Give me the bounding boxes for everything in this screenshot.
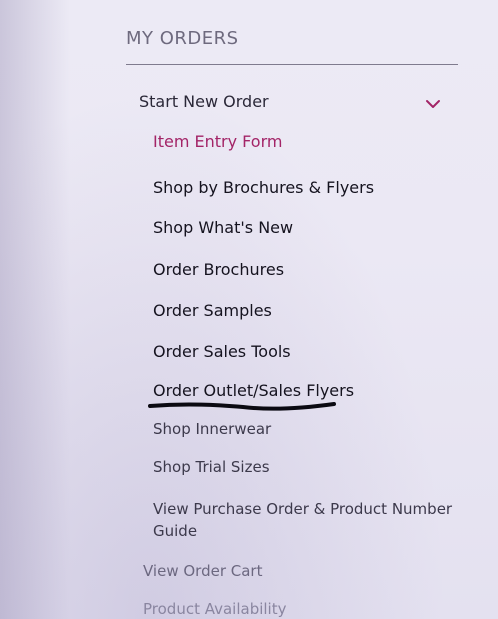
section-title: MY ORDERS — [126, 28, 239, 49]
menu-item-item-entry-form[interactable]: Item Entry Form — [153, 132, 282, 151]
menu-item-shop-trial-sizes[interactable]: Shop Trial Sizes — [153, 458, 270, 476]
menu-item-shop-innerwear[interactable]: Shop Innerwear — [153, 420, 271, 438]
start-new-order-toggle[interactable]: Start New Order — [139, 90, 449, 118]
menu-item-order-outlet-sales-flyers[interactable]: Order Outlet/Sales Flyers — [153, 381, 354, 400]
menu-item-order-samples[interactable]: Order Samples — [153, 301, 272, 320]
view-order-cart-link[interactable]: View Order Cart — [143, 562, 262, 580]
chevron-down-icon[interactable] — [425, 96, 441, 112]
menu-item-view-purchase-order-guide[interactable]: View Purchase Order & Product Number Gui… — [153, 498, 453, 542]
menu-item-order-sales-tools[interactable]: Order Sales Tools — [153, 342, 291, 361]
menu-item-shop-by-brochures-flyers[interactable]: Shop by Brochures & Flyers — [153, 178, 374, 197]
menu-item-order-brochures[interactable]: Order Brochures — [153, 260, 284, 279]
product-availability-link[interactable]: Product Availability — [143, 600, 286, 618]
section-divider — [126, 64, 458, 65]
start-new-order-label: Start New Order — [139, 92, 269, 111]
menu-item-shop-whats-new[interactable]: Shop What's New — [153, 218, 293, 237]
